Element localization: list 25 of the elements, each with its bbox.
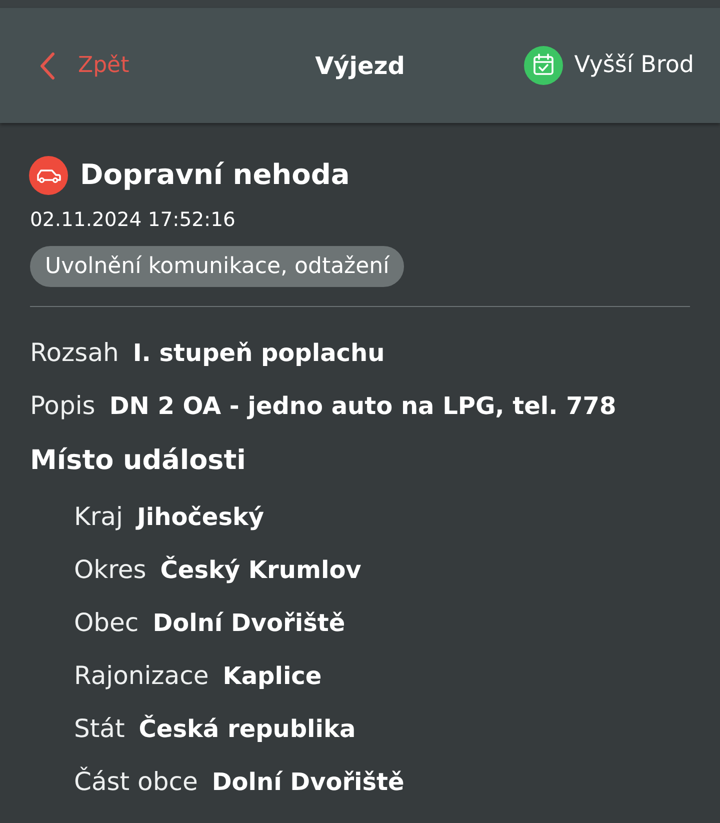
unit-button[interactable]: Vyšší Brod: [524, 46, 694, 85]
field-value: Dolní Dvořiště: [212, 766, 404, 798]
field-value: I. stupeň poplachu: [132, 338, 385, 368]
field-value: Jihočeský: [136, 502, 264, 532]
field-value: DN 2 OA - jedno auto na LPG, tel. 778: [109, 390, 616, 422]
field-label: Stát: [74, 712, 125, 745]
chevron-left-icon: [39, 52, 55, 80]
category-tag: Uvolnění komunikace, odtažení: [30, 246, 404, 287]
calendar-check-icon: [524, 46, 564, 85]
field-label: Obec: [74, 606, 139, 639]
event-type-title: Dopravní nehoda: [80, 161, 350, 189]
section-heading: Místo události: [30, 444, 246, 478]
field-value: Kaplice: [222, 660, 322, 692]
field-label: Část obce: [74, 766, 198, 798]
field-label: Okres: [74, 554, 146, 586]
field-value: Česká republika: [138, 714, 356, 744]
field-value: Český Krumlov: [160, 554, 362, 586]
field-label: Kraj: [74, 500, 123, 533]
car-icon: [29, 156, 68, 194]
screen-title: Výjezd: [315, 50, 405, 82]
event-datetime: 02.11.2024 17:52:16: [30, 207, 236, 233]
field-label: Rozsah: [30, 336, 119, 369]
field-value: Dolní Dvořiště: [152, 608, 346, 638]
field-label: Popis: [30, 390, 96, 422]
field-label: Rajonizace: [74, 660, 209, 692]
